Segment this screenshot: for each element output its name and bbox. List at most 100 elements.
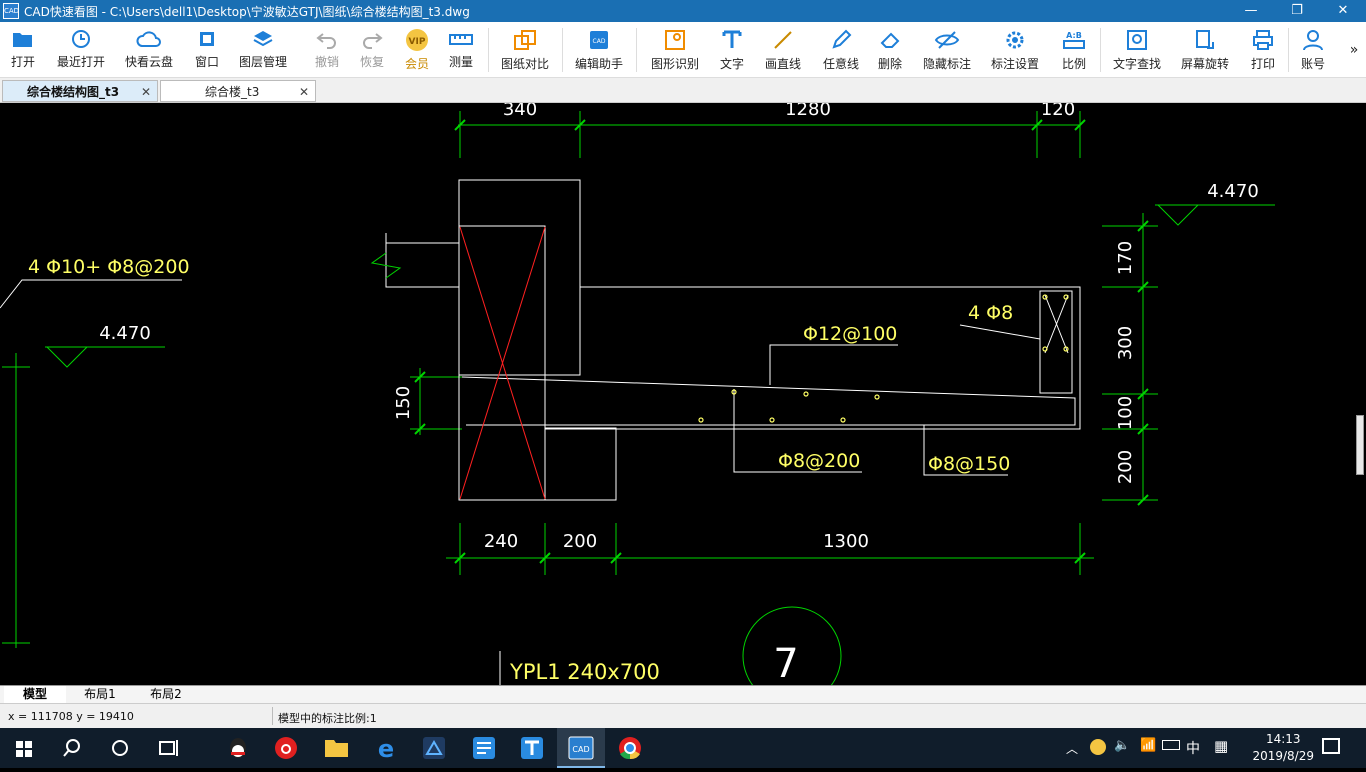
tab-drawing-t3[interactable]: 综合楼结构图_t3 ✕ (2, 80, 158, 102)
tab-layout-2[interactable]: 布局2 (134, 686, 198, 704)
compare-icon (514, 30, 536, 50)
rebar-label-left: 4 Φ10+ Φ8@200 (28, 256, 190, 278)
ruler-icon (449, 34, 473, 45)
pen-icon (832, 29, 852, 49)
layer-manager-button[interactable]: 图层管理 (234, 22, 292, 78)
annotation-settings-button[interactable]: 标注设置 (986, 22, 1044, 78)
dim-right-170: 170 (1115, 241, 1136, 275)
redo-button[interactable]: 恢复 (353, 22, 391, 78)
window-fit-icon (200, 32, 214, 46)
freehand-line-button[interactable]: 任意线 (818, 22, 864, 78)
maximize-button[interactable]: ❐ (1274, 0, 1320, 22)
measure-button[interactable]: 测量 (442, 22, 480, 78)
edit-assistant-icon: CAD (590, 31, 608, 49)
tray-chevron-icon[interactable]: ︿ (1066, 740, 1078, 757)
tab-model[interactable]: 模型 (4, 686, 66, 704)
dim-right-100: 100 (1115, 396, 1136, 430)
edit-assistant-button[interactable]: CAD 编辑助手 (570, 22, 628, 78)
drawing-compare-button[interactable]: 图纸对比 (496, 22, 554, 78)
scrollbar-thumb[interactable] (1356, 415, 1364, 475)
tab-layout-1[interactable]: 布局1 (68, 686, 132, 704)
account-button[interactable]: 账号 (1294, 22, 1332, 78)
rebar-label-bottom2: Φ8@150 (928, 453, 1010, 475)
dim-top-120: 120 (1041, 103, 1075, 120)
window-title: CAD快速看图 - C:\Users\dell1\Desktop\宁波敏达GTJ… (24, 5, 470, 19)
hide-annotation-button[interactable]: 隐藏标注 (918, 22, 976, 78)
redo-icon (363, 33, 383, 49)
open-button[interactable]: 打开 (2, 22, 44, 78)
tab-label: 综合楼_t3 (205, 85, 260, 99)
vip-button[interactable]: VIP 会员 (398, 22, 436, 78)
rebar-texts: 4 Φ10+ Φ8@200 Φ12@100 4 Φ8 Φ8@200 Φ8@150… (28, 256, 1013, 684)
rebar-label-top: Φ12@100 (803, 323, 897, 345)
svg-text:e: e (378, 735, 394, 763)
detail-number: 7 (773, 641, 798, 685)
layers-icon (253, 31, 273, 47)
tray-app-icon[interactable] (1090, 739, 1106, 755)
taskbar: e CAD ︿ 🔈 📶 中 ▦ 14:13 2019/8/29 (0, 728, 1366, 768)
text-button[interactable]: 文字 (714, 22, 750, 78)
rebar-label-corner: 4 Φ8 (968, 302, 1013, 324)
recent-open-button[interactable]: 最近打开 (52, 22, 110, 78)
print-button[interactable]: 打印 (1244, 22, 1282, 78)
vertical-scrollbar[interactable] (1354, 103, 1366, 685)
dim-right-200: 200 (1115, 450, 1136, 484)
notification-icon[interactable] (1322, 738, 1340, 754)
text-app-icon[interactable] (508, 728, 556, 768)
windows-start-icon[interactable] (0, 728, 48, 768)
dimension-lines (2, 111, 1275, 685)
clock-time: 14:13 (1265, 732, 1301, 746)
cloud-disk-button[interactable]: 快看云盘 (120, 22, 178, 78)
network-icon[interactable]: 📶 (1140, 738, 1156, 753)
task-view-icon[interactable] (144, 728, 192, 768)
scale-icon: A:B (1063, 31, 1085, 49)
app-icon[interactable] (410, 728, 458, 768)
window-button[interactable]: 窗口 (188, 22, 226, 78)
main-toolbar: 打开 最近打开 快看云盘 窗口 图层管理 撤销 恢复 VIP 会员 测量 图纸对… (0, 22, 1366, 78)
tab-close-icon[interactable]: ✕ (141, 81, 151, 103)
undo-button[interactable]: 撤销 (308, 22, 346, 78)
chrome-icon[interactable] (606, 728, 654, 768)
annotation-scale: 模型中的标注比例:1 (278, 712, 377, 725)
ime-grid-icon[interactable]: ▦ (1214, 737, 1228, 755)
tab-close-icon[interactable]: ✕ (299, 81, 309, 103)
tab-building-t3[interactable]: 综合楼_t3 ✕ (160, 80, 316, 102)
cortana-icon[interactable] (96, 728, 144, 768)
undo-icon (316, 33, 336, 49)
cloud-icon (136, 31, 161, 47)
text-search-button[interactable]: 文字查找 (1108, 22, 1166, 78)
close-button[interactable]: ✕ (1320, 0, 1366, 22)
recent-clock-icon (72, 30, 90, 48)
minimize-button[interactable]: — (1228, 0, 1274, 22)
qq-icon[interactable] (214, 728, 262, 768)
screen-rotate-button[interactable]: 屏幕旋转 (1176, 22, 1234, 78)
volume-icon[interactable]: 🔈 (1114, 738, 1130, 753)
clock-date: 2019/8/29 (1252, 749, 1314, 763)
search-icon[interactable] (48, 728, 96, 768)
toolbar-more-button[interactable]: » (1344, 22, 1364, 78)
svg-text:CAD: CAD (572, 745, 589, 754)
status-bar: x = 111708 y = 19410 模型中的标注比例:1 (0, 703, 1366, 728)
netease-music-icon[interactable] (262, 728, 310, 768)
ime-indicator[interactable]: 中 (1186, 738, 1200, 758)
shape-recognize-button[interactable]: 图形识别 (646, 22, 704, 78)
drawing-canvas[interactable]: 340 1280 120 240 200 1300 170 300 100 20… (0, 103, 1366, 685)
eraser-icon (880, 32, 900, 48)
user-icon (1303, 30, 1323, 51)
news-icon[interactable] (460, 728, 508, 768)
scale-button[interactable]: A:B 比例 (1056, 22, 1092, 78)
battery-icon[interactable] (1162, 740, 1180, 750)
draw-line-button[interactable]: 画直线 (760, 22, 806, 78)
delete-button[interactable]: 删除 (872, 22, 908, 78)
elevation-left: 4.470 (99, 323, 151, 344)
cad-app-icon[interactable]: CAD (557, 728, 605, 768)
system-clock[interactable]: 14:13 2019/8/29 (1252, 731, 1314, 765)
status-divider (272, 707, 273, 725)
file-explorer-icon[interactable] (312, 728, 360, 768)
dim-bottom-1300: 1300 (823, 531, 869, 552)
dim-bottom-200: 200 (563, 531, 597, 552)
dimension-ticks (414, 119, 1149, 564)
edge-icon[interactable]: e (362, 728, 410, 768)
eye-hide-icon (934, 31, 960, 49)
scale-icon-text: A:B (1066, 31, 1082, 40)
